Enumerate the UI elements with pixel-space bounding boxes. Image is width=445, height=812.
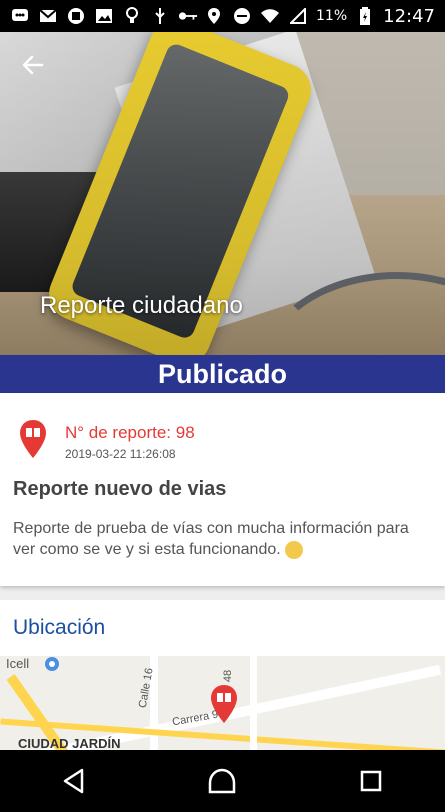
header-image: Reporte ciudadano xyxy=(0,32,445,355)
report-number: N° de reporte: 98 xyxy=(65,423,195,442)
nav-home-button[interactable] xyxy=(202,761,242,801)
notification-icons xyxy=(0,7,198,25)
nav-back-button[interactable] xyxy=(54,761,94,801)
status-badge: Publicado xyxy=(0,355,445,393)
key-icon xyxy=(178,7,198,25)
map-marker-icon[interactable] xyxy=(210,684,238,724)
chat-icon xyxy=(10,7,30,25)
report-description: Reporte de prueba de vías con mucha info… xyxy=(13,518,423,560)
lightbulb-icon xyxy=(122,7,142,25)
report-title: Reporte nuevo de vias xyxy=(13,478,227,500)
image-icon xyxy=(94,7,114,25)
arrow-left-icon xyxy=(22,55,44,75)
map-district-label: CIUDAD JARDÍN xyxy=(18,736,121,750)
map-street-label: 48 xyxy=(222,669,235,683)
location-icon xyxy=(204,7,224,25)
battery-icon xyxy=(355,7,375,25)
map-poi-label: Icell xyxy=(6,656,30,671)
signal-icon xyxy=(288,7,308,25)
square-recents-icon xyxy=(360,770,382,792)
system-icons: 11% 12:47 xyxy=(204,6,445,27)
do-not-disturb-icon xyxy=(232,7,252,25)
back-button[interactable] xyxy=(20,52,50,82)
report-card: N° de reporte: 98 2019-03-22 11:26:08 Re… xyxy=(0,393,445,586)
usb-icon xyxy=(150,7,170,25)
map-poi-icon xyxy=(45,657,59,671)
app-badge-icon xyxy=(66,7,86,25)
report-description-text: Reporte de prueba de vías con mucha info… xyxy=(13,520,409,558)
clock: 12:47 xyxy=(383,5,435,27)
report-pin-icon xyxy=(20,420,46,458)
location-section: Ubicación xyxy=(0,600,445,656)
battery-percent: 11% xyxy=(316,8,348,24)
location-map[interactable]: Icell Calle 16 Carrera 99 48 CIUDAD JARD… xyxy=(0,656,445,750)
wifi-icon xyxy=(260,7,280,25)
home-icon xyxy=(209,768,236,794)
report-date: 2019-03-22 11:26:08 xyxy=(65,447,176,461)
system-nav-bar xyxy=(0,750,445,812)
page-title: Reporte ciudadano xyxy=(40,292,243,319)
location-heading: Ubicación xyxy=(13,616,106,639)
grinning-emoji-icon xyxy=(284,540,303,559)
triangle-back-icon xyxy=(63,768,84,794)
status-bar: 11% 12:47 xyxy=(0,0,445,32)
gmail-icon xyxy=(38,7,58,25)
nav-recents-button[interactable] xyxy=(351,761,391,801)
